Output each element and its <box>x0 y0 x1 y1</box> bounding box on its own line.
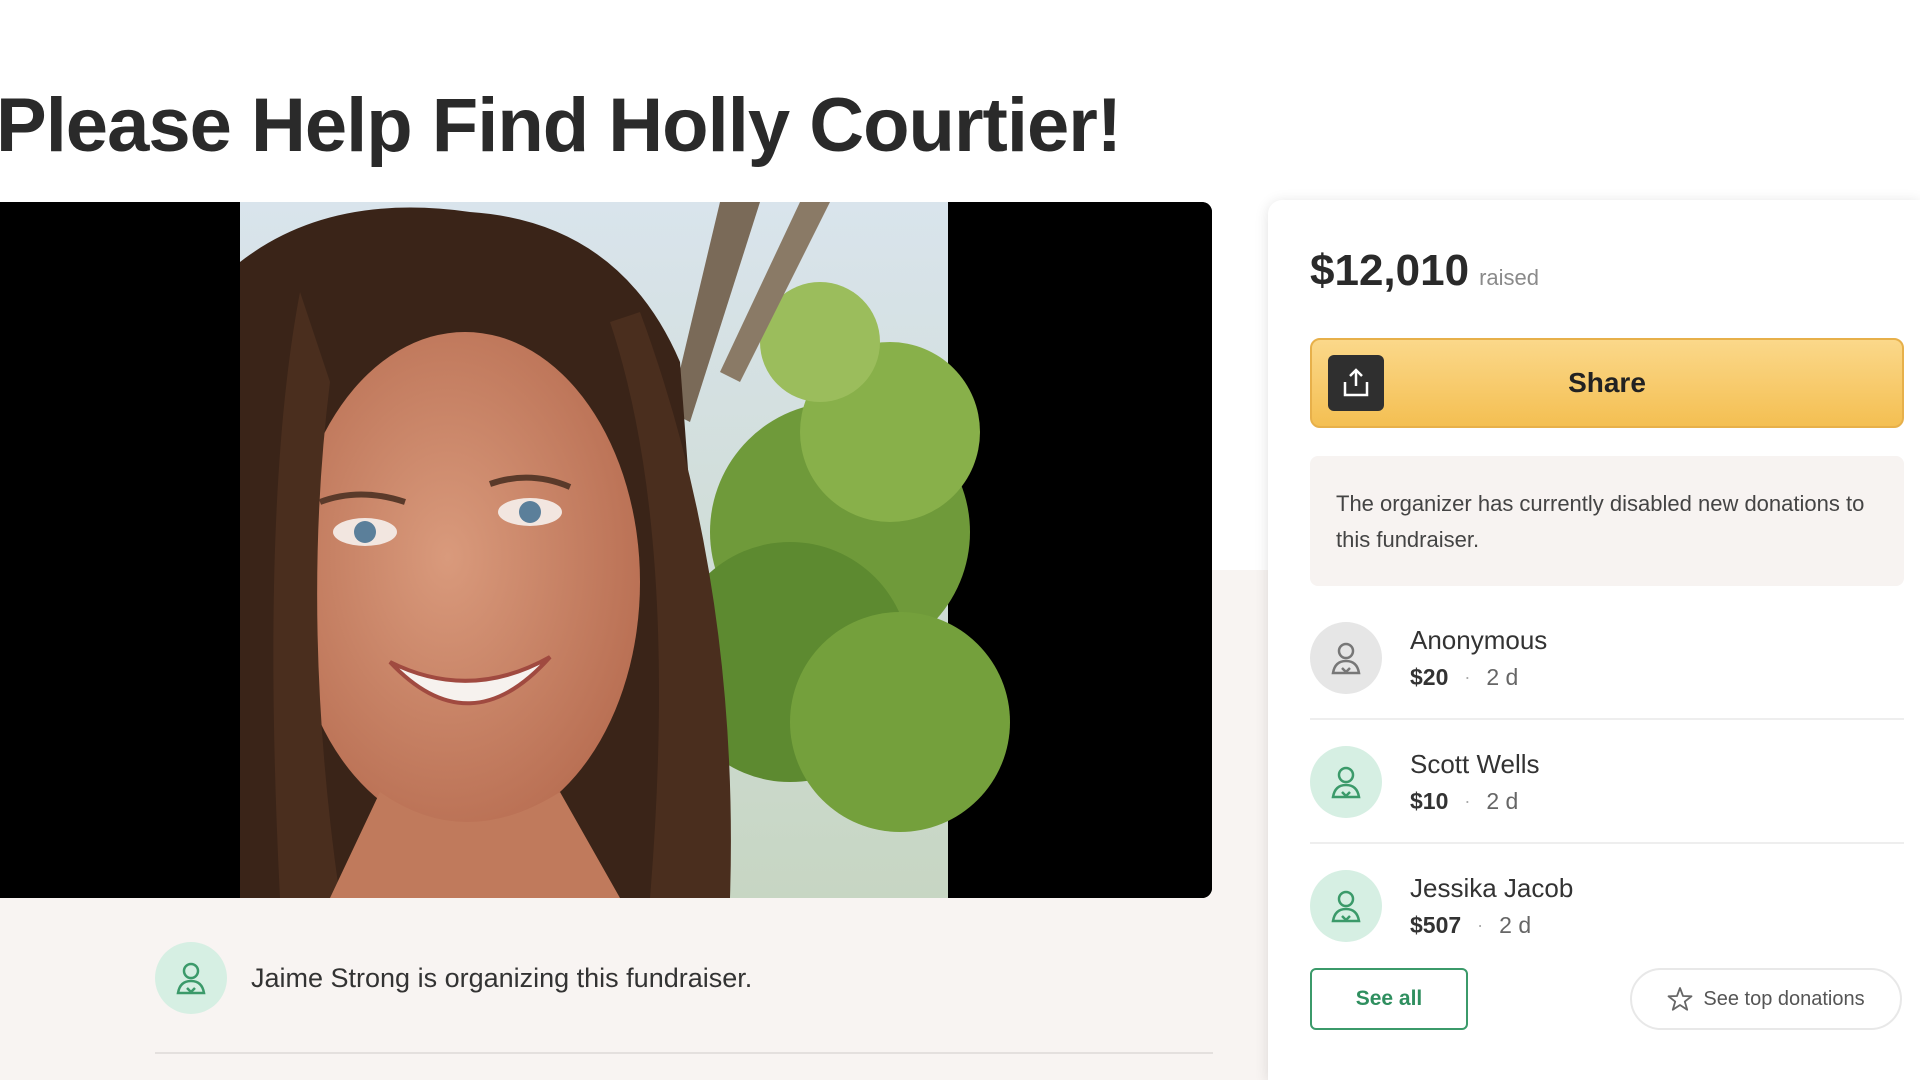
donation-card: $12,010 raised Share The organizer has c… <box>1268 200 1920 1080</box>
raised-amount: $12,010 <box>1310 246 1470 295</box>
section-divider <box>155 1052 1213 1054</box>
donation-time: 2 d <box>1499 912 1532 938</box>
raised-label: raised <box>1479 265 1539 290</box>
donation-item: Jessika Jacob $507 · 2 d <box>1310 844 1904 968</box>
share-button[interactable]: Share <box>1310 338 1904 428</box>
donation-amount: $10 <box>1410 788 1449 814</box>
share-label: Share <box>1568 367 1646 398</box>
donation-amount: $507 <box>1410 912 1462 938</box>
raised-summary: $12,010 raised <box>1310 246 1539 296</box>
meta-separator: · <box>1464 667 1471 687</box>
meta-separator: · <box>1464 791 1471 811</box>
see-top-donations-button[interactable]: See top donations <box>1630 968 1902 1030</box>
donor-avatar <box>1310 870 1382 942</box>
donor-name: Scott Wells <box>1410 749 1540 779</box>
donations-disabled-notice: The organizer has currently disabled new… <box>1310 456 1904 586</box>
see-top-donations-label: See top donations <box>1703 987 1865 1010</box>
organizer-row: Jaime Strong is organizing this fundrais… <box>155 942 752 1014</box>
organizer-text: Jaime Strong is organizing this fundrais… <box>251 962 753 993</box>
donation-amount: $20 <box>1410 664 1449 690</box>
campaign-title: Please Help Find Holly Courtier! <box>0 83 1122 168</box>
person-heart-icon <box>1331 766 1361 799</box>
person-heart-icon <box>1331 890 1361 923</box>
meta-separator: · <box>1477 915 1484 935</box>
see-all-button[interactable]: See all <box>1310 968 1468 1030</box>
campaign-photo[interactable] <box>0 202 1212 898</box>
star-outline-icon <box>1667 987 1693 1011</box>
donor-name: Jessika Jacob <box>1410 873 1574 903</box>
person-heart-icon <box>1331 642 1361 675</box>
donor-avatar <box>1310 746 1382 818</box>
donation-item: Scott Wells $10 · 2 d <box>1310 720 1904 844</box>
anonymous-avatar <box>1310 622 1382 694</box>
donation-time: 2 d <box>1486 788 1519 814</box>
donation-item: Anonymous $20 · 2 d <box>1310 596 1904 720</box>
donor-name: Anonymous <box>1410 625 1548 655</box>
share-upload-icon <box>1328 355 1384 411</box>
donation-time: 2 d <box>1486 664 1519 690</box>
organizer-avatar <box>155 942 227 1014</box>
person-heart-icon <box>176 962 206 995</box>
